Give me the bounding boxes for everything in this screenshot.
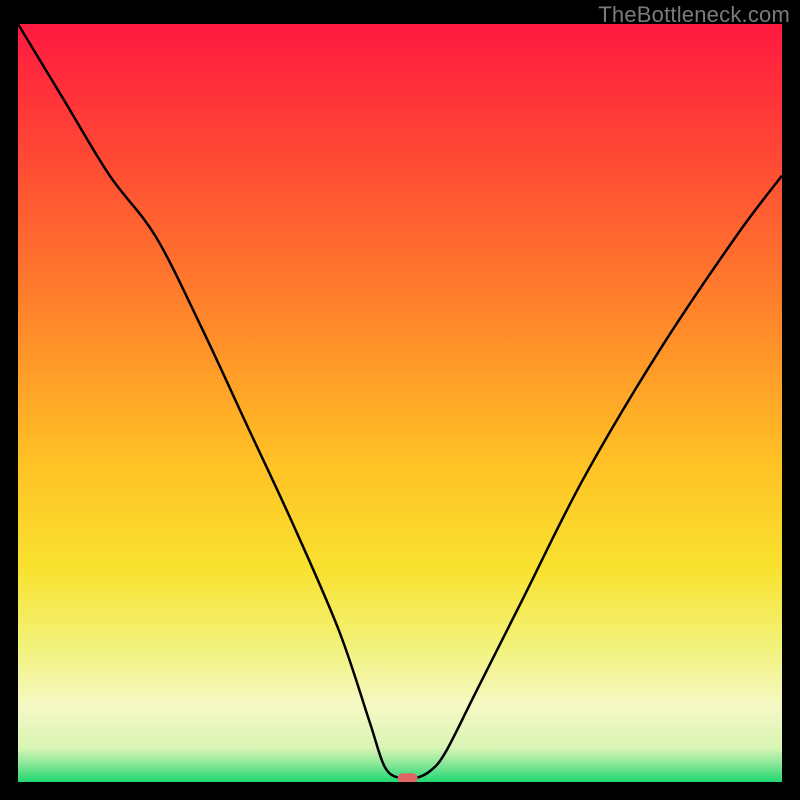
plot-svg xyxy=(18,24,782,782)
plot-area xyxy=(18,24,782,782)
minimum-marker xyxy=(398,773,418,782)
watermark-text: TheBottleneck.com xyxy=(598,2,790,28)
chart-frame: TheBottleneck.com xyxy=(0,0,800,800)
gradient-background xyxy=(18,24,782,782)
